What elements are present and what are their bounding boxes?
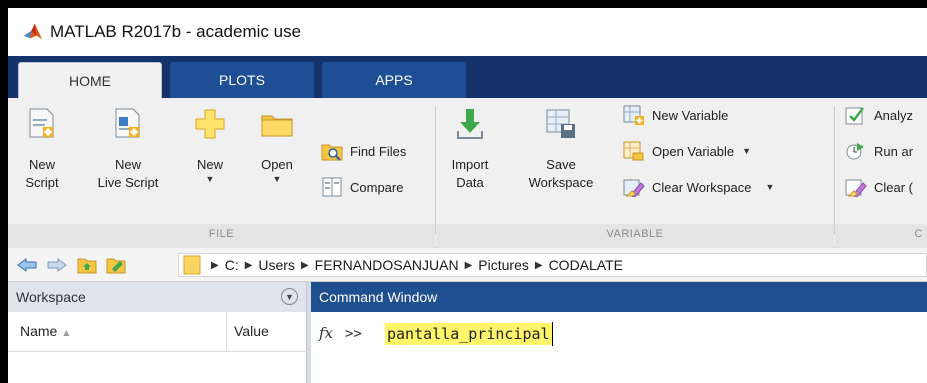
clear-commands-button[interactable]: Clear ( (844, 174, 913, 200)
breadcrumb-separator-icon[interactable]: ▶ (535, 260, 543, 271)
new-variable-label: New Variable (652, 107, 729, 123)
import-data-label-2: Data (456, 175, 484, 190)
window-title: MATLAB R2017b - academic use (50, 22, 302, 41)
ribbon-home: New Script New Live Script New ▼ Open ▼ … (8, 98, 927, 248)
workspace-title: Workspace (16, 289, 86, 305)
back-arrow-icon[interactable] (16, 254, 38, 276)
new-script-icon (24, 106, 60, 142)
compare-icon (320, 176, 344, 198)
find-files-button[interactable]: Find Files (320, 138, 406, 164)
forward-arrow-icon[interactable] (46, 254, 68, 276)
toolstrip-tabs: HOME PLOTS APPS (8, 56, 927, 98)
new-label: New (196, 157, 223, 172)
open-variable-button[interactable]: Open Variable ▼ (622, 138, 751, 164)
title-bar: MATLAB R2017b - academic use (8, 8, 927, 56)
new-button[interactable]: New ▼ (188, 106, 232, 184)
breadcrumb-separator-icon[interactable]: ▶ (211, 260, 219, 271)
new-dropdown-caret-icon[interactable]: ▼ (197, 174, 223, 184)
code-group-label: C (914, 228, 923, 240)
file-group-divider (435, 106, 436, 234)
run-and-time-button[interactable]: Run ar (844, 138, 913, 164)
sort-ascending-icon: ▲ (61, 328, 72, 339)
current-folder-bar: ▶ C: ▶ Users ▶ FERNANDOSANJUAN ▶ Picture… (8, 248, 927, 282)
clear-workspace-caret-icon[interactable]: ▼ (765, 182, 774, 192)
analyze-code-button[interactable]: Analyz (844, 102, 913, 128)
workspace-column-headers: Name ▲ Value (8, 312, 307, 352)
tab-home[interactable]: HOME (18, 62, 162, 98)
breadcrumb-separator-icon[interactable]: ▶ (301, 260, 309, 271)
breadcrumb-pictures[interactable]: Pictures (478, 257, 529, 273)
command-window[interactable]: fx >> pantalla_principal (311, 312, 927, 383)
save-workspace-button[interactable]: Save Workspace (516, 106, 606, 192)
new-script-label-2: Script (25, 175, 59, 190)
variable-group-divider (834, 106, 835, 234)
open-variable-icon (622, 140, 646, 162)
new-live-script-icon (110, 106, 146, 142)
find-files-icon (320, 140, 344, 162)
analyze-code-icon (844, 104, 868, 126)
variable-group-label: VARIABLE (606, 228, 664, 240)
clear-workspace-button[interactable]: Clear Workspace ▼ (622, 174, 774, 200)
workspace-actions-dropdown-icon[interactable]: ▼ (281, 288, 298, 305)
up-folder-icon[interactable] (76, 254, 98, 276)
open-dropdown-caret-icon[interactable]: ▼ (261, 174, 293, 184)
breadcrumb-separator-icon[interactable]: ▶ (245, 260, 253, 271)
new-live-script-label-2: Live Script (97, 175, 159, 190)
save-workspace-label-1: Save (546, 157, 576, 172)
text-cursor (552, 322, 553, 346)
compare-button[interactable]: Compare (320, 174, 403, 200)
command-prompt: >> (345, 326, 362, 342)
open-variable-caret-icon[interactable]: ▼ (742, 146, 751, 156)
save-workspace-icon (543, 106, 579, 142)
folder-open-icon (259, 106, 295, 142)
new-script-label-1: New (28, 157, 55, 172)
clear-workspace-icon (622, 176, 646, 198)
find-files-label: Find Files (350, 143, 407, 159)
open-button[interactable]: Open ▼ (252, 106, 302, 184)
new-variable-button[interactable]: New Variable (622, 102, 728, 128)
value-column-header[interactable]: Value (234, 323, 269, 339)
column-divider[interactable] (226, 312, 227, 352)
new-script-button[interactable]: New Script (18, 106, 66, 192)
breadcrumb-user-folder[interactable]: FERNANDOSANJUAN (315, 257, 459, 273)
function-browser-icon[interactable]: fx (319, 324, 333, 342)
run-and-time-icon (844, 140, 868, 162)
breadcrumb-users[interactable]: Users (258, 257, 295, 273)
matlab-window: MATLAB R2017b - academic use HOME PLOTS … (8, 8, 927, 383)
name-column-header[interactable]: Name ▲ (20, 323, 71, 339)
breadcrumb-codalate[interactable]: CODALATE (549, 257, 623, 273)
file-group-label: FILE (208, 228, 235, 240)
browse-folder-icon[interactable] (106, 254, 128, 276)
command-window-title: Command Window (319, 289, 438, 305)
command-input[interactable]: pantalla_principal (385, 323, 552, 345)
open-label: Open (261, 157, 293, 172)
workspace-panel-header: Workspace ▼ (8, 282, 307, 312)
import-arrow-icon (452, 106, 488, 142)
tab-apps[interactable]: APPS (322, 62, 466, 98)
clear-workspace-label: Clear Workspace (652, 179, 752, 195)
new-variable-icon (622, 104, 646, 126)
new-plus-icon (192, 106, 228, 142)
folder-icon (183, 255, 201, 275)
matlab-logo-icon (23, 23, 43, 40)
current-folder-path[interactable]: ▶ C: ▶ Users ▶ FERNANDOSANJUAN ▶ Picture… (178, 253, 927, 277)
compare-label: Compare (350, 179, 404, 195)
analyze-code-label: Analyz (874, 107, 914, 123)
breadcrumb-separator-icon[interactable]: ▶ (465, 260, 473, 271)
import-data-label-1: Import (451, 157, 489, 172)
clear-commands-icon (844, 176, 868, 198)
import-data-button[interactable]: Import Data (446, 106, 494, 192)
workspace-variable-list[interactable] (8, 352, 307, 383)
new-live-script-label-1: New (114, 157, 141, 172)
save-workspace-label-2: Workspace (528, 175, 594, 190)
breadcrumb-drive[interactable]: C: (225, 257, 239, 273)
open-variable-label: Open Variable (652, 143, 735, 159)
name-column-label: Name (20, 323, 58, 339)
run-and-time-label: Run ar (874, 143, 914, 159)
tab-plots[interactable]: PLOTS (170, 62, 314, 98)
clear-commands-label: Clear ( (874, 179, 914, 195)
new-live-script-button[interactable]: New Live Script (86, 106, 170, 192)
command-window-header: Command Window (311, 282, 927, 312)
